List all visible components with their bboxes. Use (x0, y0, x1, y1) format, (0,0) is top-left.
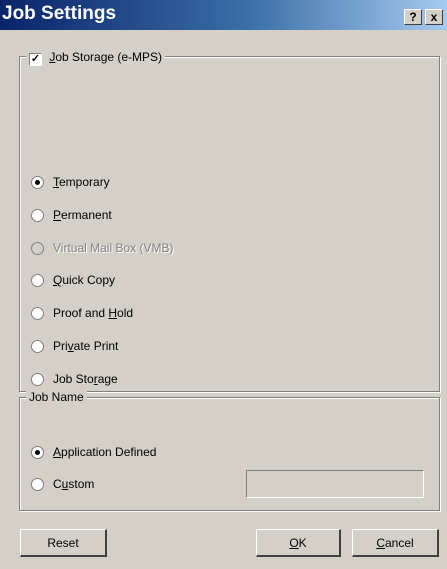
job-name-legend: Job Name (26, 390, 87, 404)
radio-button[interactable] (31, 372, 44, 386)
radio-label: Virtual Mail Box (VMB) (53, 240, 174, 255)
radio-label: Proof and Hold (53, 306, 134, 321)
radio-label: Application Defined (53, 445, 157, 459)
radio-label: Job Storage (53, 371, 118, 386)
cancel-button[interactable]: Cancel (352, 529, 439, 557)
close-button[interactable]: x (425, 9, 443, 25)
ok-button[interactable]: OK (256, 529, 341, 557)
job-storage-checkbox[interactable]: ✓ (29, 53, 42, 66)
radio-button[interactable] (31, 446, 44, 459)
radio-button[interactable] (31, 176, 44, 189)
radio-button (31, 241, 44, 255)
radio-button[interactable] (31, 208, 44, 222)
reset-button[interactable]: Reset (20, 529, 107, 557)
radio-button[interactable] (31, 478, 44, 491)
radio-label: Temporary (53, 175, 110, 189)
radio-label: Private Print (53, 339, 119, 353)
radio-button[interactable] (31, 340, 44, 353)
radio-label: Quick Copy (53, 273, 116, 288)
job-storage-legend[interactable]: ✓ Job Storage (e-MPS) (26, 50, 166, 66)
help-button[interactable]: ? (404, 9, 422, 25)
radio-label: Permanent (53, 207, 112, 222)
title-bar: Job Settings ? x (0, 0, 447, 30)
radio-label: Custom (53, 477, 95, 491)
custom-name-field[interactable] (246, 470, 424, 498)
window-title: Job Settings (2, 3, 117, 24)
job-storage-label: Job Storage (e-MPS) (49, 50, 163, 64)
